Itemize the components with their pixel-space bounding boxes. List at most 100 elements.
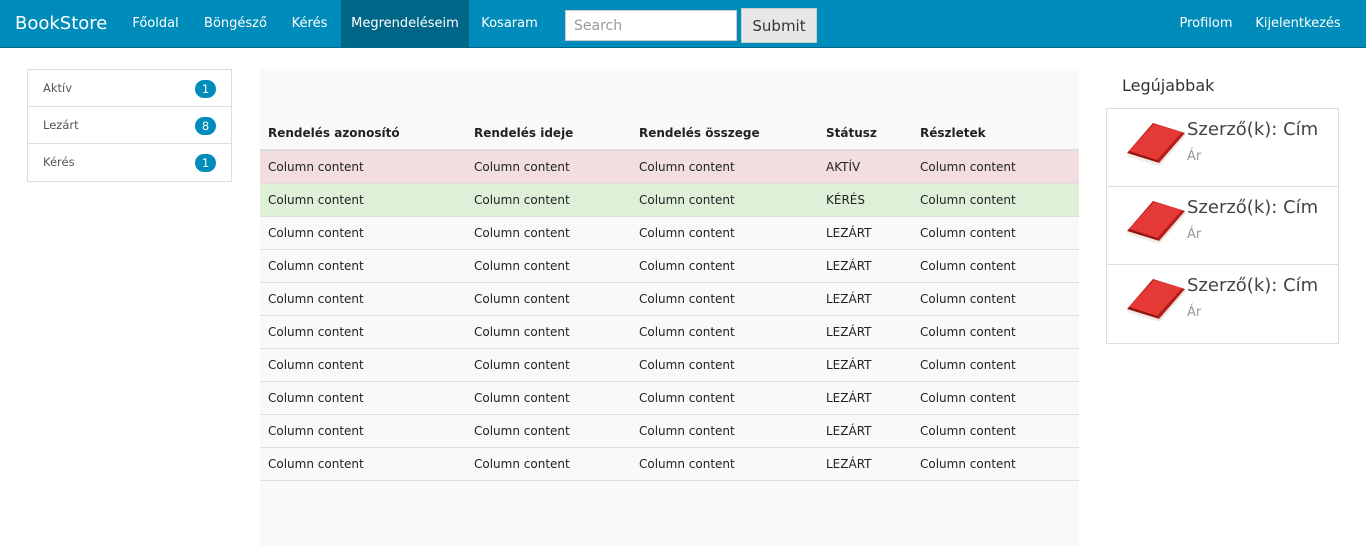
order-time-cell: Column content <box>466 348 631 382</box>
orders-table-body: Column content Column content Column conte… <box>260 150 1079 481</box>
sidebar-item-label: Kérés <box>43 155 75 169</box>
sidebar-item-request[interactable]: Kérés 1 <box>28 144 231 181</box>
newest-book-item[interactable]: Szerző(k): Cím Ár <box>1107 109 1338 187</box>
order-id-cell: Column content <box>260 447 466 481</box>
book-price: Ár <box>1187 227 1202 242</box>
status-cell: AKTÍV <box>818 150 912 184</box>
nav-item-logout[interactable]: Kijelentkezés <box>1245 0 1351 47</box>
table-row[interactable]: Column content Column content Column conte… <box>260 348 1079 382</box>
order-total-cell: Column content <box>631 348 818 382</box>
order-total-cell: Column content <box>631 447 818 481</box>
details-cell: Column content <box>912 183 1079 217</box>
order-total-cell: Column content <box>631 183 818 217</box>
brand-logo[interactable]: BookStore <box>15 0 107 47</box>
book-price: Ár <box>1187 149 1202 164</box>
table-row[interactable]: Column content Column content Column conte… <box>260 183 1079 217</box>
order-total-cell: Column content <box>631 315 818 349</box>
order-total-cell: Column content <box>631 249 818 283</box>
order-id-cell: Column content <box>260 183 466 217</box>
table-row[interactable]: Column content Column content Column conte… <box>260 414 1079 448</box>
status-cell: LEZÁRT <box>818 282 912 316</box>
count-badge: 8 <box>195 117 216 135</box>
order-time-cell: Column content <box>466 183 631 217</box>
status-cell: LEZÁRT <box>818 216 912 250</box>
table-row[interactable]: Column content Column content Column conte… <box>260 216 1079 250</box>
sidebar-item-label: Lezárt <box>43 118 79 132</box>
order-id-cell: Column content <box>260 282 466 316</box>
order-total-cell: Column content <box>631 414 818 448</box>
book-icon <box>1127 201 1185 243</box>
orders-panel: Rendelés azonosító Rendelés ideje Rendel… <box>260 69 1079 546</box>
order-total-cell: Column content <box>631 150 818 184</box>
order-total-cell: Column content <box>631 282 818 316</box>
details-cell: Column content <box>912 348 1079 382</box>
orders-table: Rendelés azonosító Rendelés ideje Rendel… <box>260 117 1079 481</box>
order-id-cell: Column content <box>260 381 466 415</box>
details-cell: Column content <box>912 216 1079 250</box>
details-cell: Column content <box>912 282 1079 316</box>
status-cell: LEZÁRT <box>818 315 912 349</box>
order-time-cell: Column content <box>466 447 631 481</box>
table-row[interactable]: Column content Column content Column conte… <box>260 150 1079 184</box>
order-time-cell: Column content <box>466 216 631 250</box>
nav-item-my-orders[interactable]: Megrendeléseim <box>341 0 469 47</box>
order-id-cell: Column content <box>260 414 466 448</box>
sidebar-item-label: Aktív <box>43 81 73 95</box>
column-header-order-total: Rendelés összege <box>631 117 818 151</box>
order-time-cell: Column content <box>466 249 631 283</box>
nav-item-profile[interactable]: Profilom <box>1167 0 1245 47</box>
order-id-cell: Column content <box>260 348 466 382</box>
book-title: Szerző(k): Cím <box>1187 275 1319 296</box>
column-header-order-id: Rendelés azonosító <box>260 117 466 151</box>
order-time-cell: Column content <box>466 414 631 448</box>
details-cell: Column content <box>912 249 1079 283</box>
column-header-status: Státusz <box>818 117 912 151</box>
book-title: Szerző(k): Cím <box>1187 119 1319 140</box>
order-id-cell: Column content <box>260 315 466 349</box>
book-icon <box>1127 279 1185 321</box>
table-row[interactable]: Column content Column content Column conte… <box>260 315 1079 349</box>
table-row[interactable]: Column content Column content Column conte… <box>260 282 1079 316</box>
count-badge: 1 <box>195 80 216 98</box>
search-input[interactable] <box>565 10 737 41</box>
order-time-cell: Column content <box>466 381 631 415</box>
column-header-order-time: Rendelés ideje <box>466 117 631 151</box>
newest-book-item[interactable]: Szerző(k): Cím Ár <box>1107 265 1338 343</box>
book-price: Ár <box>1187 305 1202 320</box>
table-row[interactable]: Column content Column content Column conte… <box>260 381 1079 415</box>
newest-title: Legújabbak <box>1122 76 1215 95</box>
order-id-cell: Column content <box>260 216 466 250</box>
order-id-cell: Column content <box>260 150 466 184</box>
details-cell: Column content <box>912 381 1079 415</box>
status-cell: LEZÁRT <box>818 414 912 448</box>
sidebar-item-closed[interactable]: Lezárt 8 <box>28 107 231 144</box>
nav-item-browser[interactable]: Böngésző <box>193 0 278 47</box>
newest-books-list: Szerző(k): Cím Ár Szerző(k): Cím Ár Szerző(k… <box>1106 108 1339 344</box>
nav-item-cart[interactable]: Kosaram <box>469 0 550 47</box>
nav-item-request[interactable]: Kérés <box>278 0 341 47</box>
status-cell: LEZÁRT <box>818 249 912 283</box>
sidebar-item-active[interactable]: Aktív 1 <box>28 70 231 107</box>
order-time-cell: Column content <box>466 150 631 184</box>
newest-book-item[interactable]: Szerző(k): Cím Ár <box>1107 187 1338 265</box>
table-row[interactable]: Column content Column content Column conte… <box>260 447 1079 481</box>
details-cell: Column content <box>912 315 1079 349</box>
book-title: Szerző(k): Cím <box>1187 197 1319 218</box>
count-badge: 1 <box>195 154 216 172</box>
book-icon <box>1127 123 1185 165</box>
order-time-cell: Column content <box>466 315 631 349</box>
details-cell: Column content <box>912 150 1079 184</box>
top-navbar: BookStore Főoldal Böngésző Kérés Megrend… <box>0 0 1366 48</box>
table-row[interactable]: Column content Column content Column conte… <box>260 249 1079 283</box>
nav-item-home[interactable]: Főoldal <box>118 0 193 47</box>
details-cell: Column content <box>912 414 1079 448</box>
status-cell: LEZÁRT <box>818 447 912 481</box>
order-id-cell: Column content <box>260 249 466 283</box>
order-total-cell: Column content <box>631 216 818 250</box>
order-total-cell: Column content <box>631 381 818 415</box>
status-cell: KÉRÉS <box>818 183 912 217</box>
submit-button[interactable]: Submit <box>741 8 817 43</box>
order-status-list: Aktív 1 Lezárt 8 Kérés 1 <box>27 69 232 182</box>
order-time-cell: Column content <box>466 282 631 316</box>
column-header-details: Részletek <box>912 117 1079 151</box>
